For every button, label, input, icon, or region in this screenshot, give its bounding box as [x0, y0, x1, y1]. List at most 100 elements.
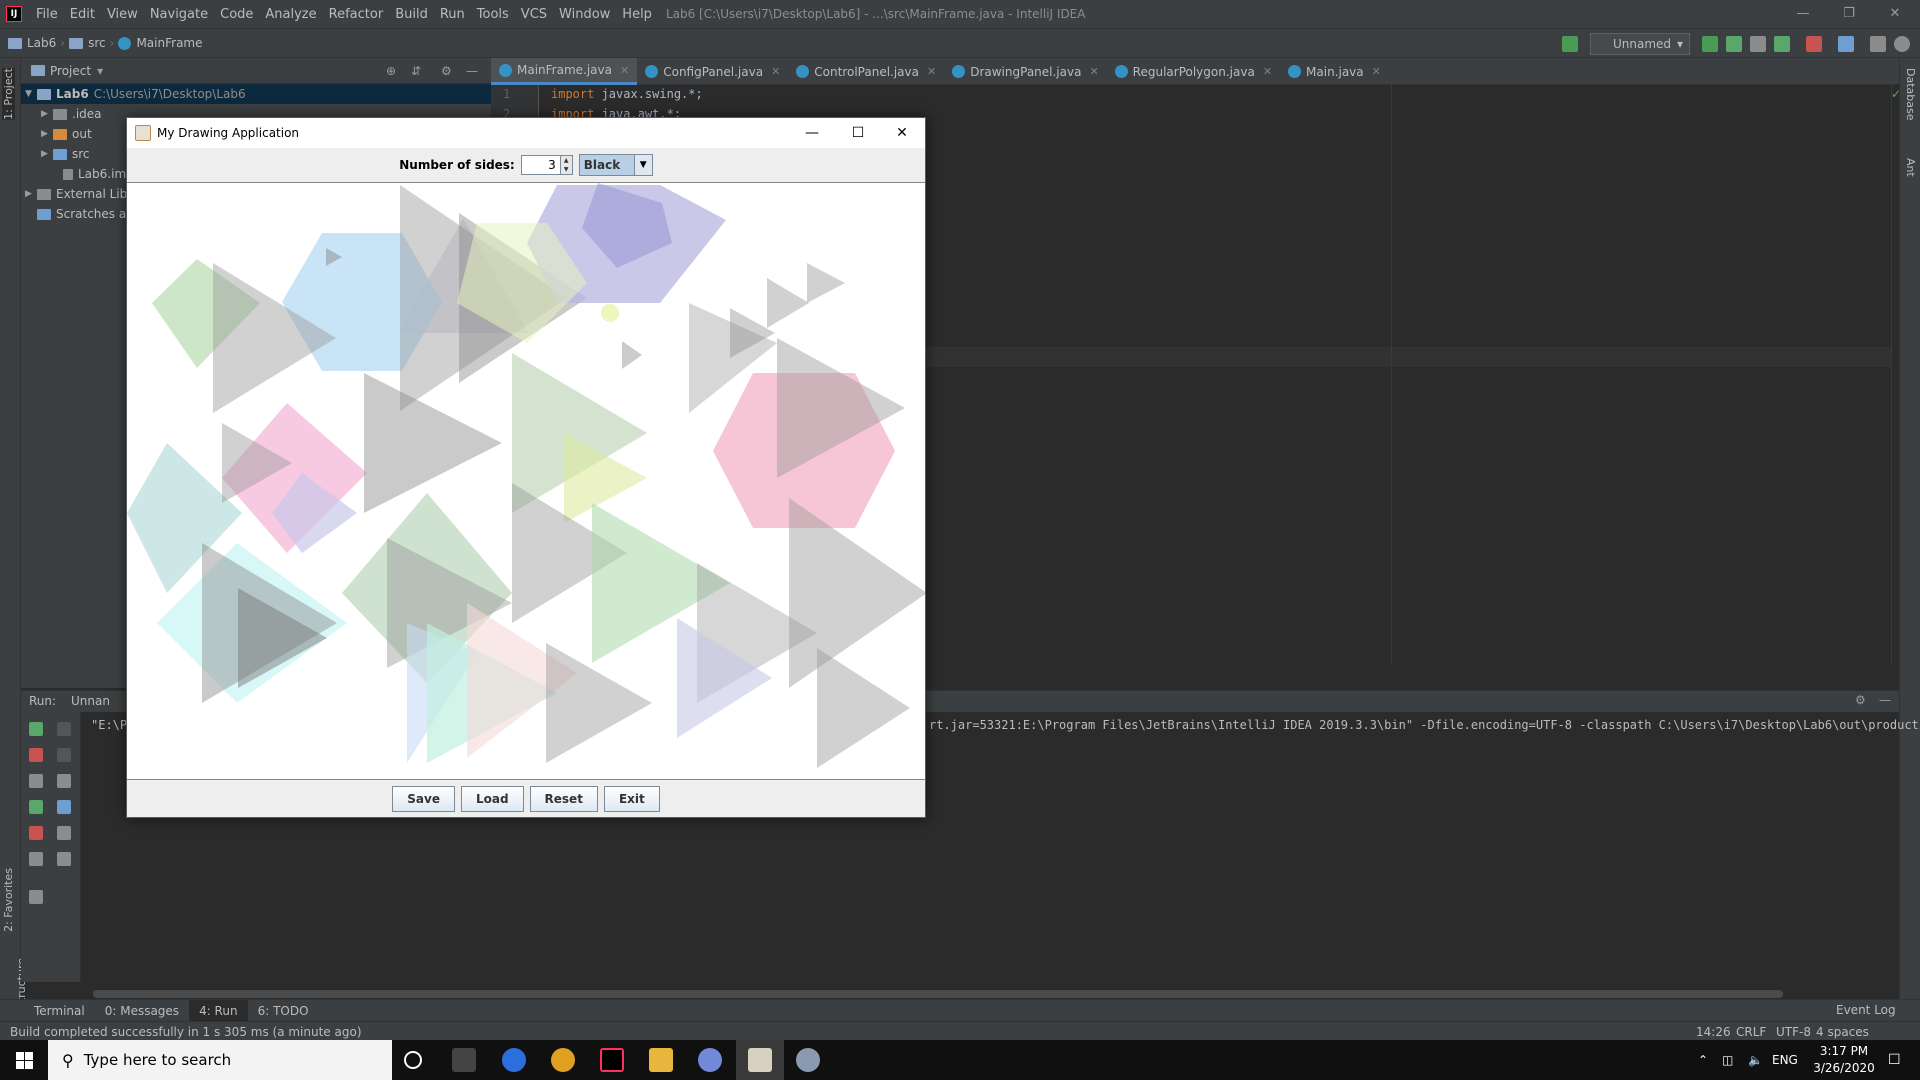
intellij-icon[interactable] [600, 1048, 624, 1072]
breadcrumb-class[interactable]: MainFrame [136, 36, 202, 50]
close-icon[interactable]: ✕ [1872, 0, 1918, 28]
spinner-up-icon[interactable]: ▲ [560, 156, 572, 165]
profile-icon[interactable] [1774, 36, 1790, 52]
build-hammer-icon[interactable] [1562, 36, 1578, 52]
up-arrow-icon[interactable] [57, 722, 71, 736]
tab-favorites[interactable]: 2: Favorites [2, 868, 15, 932]
locate-icon[interactable]: ⊕ [386, 64, 396, 78]
stop-icon[interactable] [1806, 36, 1822, 52]
camera-icon[interactable] [29, 774, 43, 788]
drawing-canvas[interactable] [127, 182, 927, 780]
volume-icon[interactable]: 🔈 [1748, 1040, 1763, 1080]
maximize-icon[interactable]: ☐ [835, 118, 881, 148]
load-button[interactable]: Load [460, 785, 524, 812]
notifications-icon[interactable]: ☐ [1888, 1040, 1901, 1080]
tab-messages[interactable]: 0: Messages [95, 1004, 189, 1018]
tab-terminal[interactable]: Terminal [24, 1004, 95, 1018]
tab-mainframe[interactable]: MainFrame.java ✕ [491, 58, 638, 85]
cortana-icon[interactable] [404, 1051, 422, 1069]
color-combo[interactable]: Black ▼ [578, 154, 653, 176]
console-scrollbar[interactable] [93, 990, 1783, 998]
hide-icon[interactable]: — [1879, 693, 1891, 707]
rerun-icon[interactable] [1702, 36, 1718, 52]
pin-icon[interactable] [29, 890, 43, 904]
tab-run[interactable]: 4: Run [189, 999, 248, 1022]
tab-database[interactable]: Database [1904, 68, 1917, 121]
hide-icon[interactable]: — [466, 64, 478, 78]
sides-value[interactable]: 3 [522, 156, 560, 174]
tree-item-idea[interactable]: ▶ .idea [41, 104, 102, 124]
line-separator[interactable]: CRLF [1736, 1025, 1766, 1039]
stop-icon[interactable] [29, 748, 43, 762]
close-tab-icon[interactable]: ✕ [771, 65, 780, 78]
menu-analyze[interactable]: Analyze [259, 7, 322, 22]
discord-icon[interactable] [698, 1048, 722, 1072]
debug-icon[interactable] [29, 800, 43, 814]
sides-spinner[interactable]: 3 ▲ ▼ [520, 155, 573, 175]
layout-icon[interactable] [29, 852, 43, 866]
tab-configpanel[interactable]: ConfigPanel.java ✕ [637, 58, 788, 85]
input-language[interactable]: ENG [1772, 1040, 1798, 1080]
project-panel-title[interactable]: Project [50, 64, 91, 78]
java-app-icon[interactable] [748, 1048, 772, 1072]
menu-window[interactable]: Window [553, 7, 616, 22]
network-icon[interactable]: ◫ [1722, 1040, 1733, 1080]
tree-item-external-libraries[interactable]: ▶ External Libr [25, 184, 132, 204]
search-icon[interactable] [1894, 36, 1910, 52]
layout-icon[interactable] [1870, 36, 1886, 52]
minimize-icon[interactable]: — [1780, 0, 1826, 28]
indent-setting[interactable]: 4 spaces [1816, 1025, 1869, 1039]
collapse-icon[interactable]: ⇵ [411, 64, 421, 78]
print-icon[interactable] [57, 826, 71, 840]
task-view-icon[interactable] [452, 1048, 476, 1072]
soft-wrap-icon[interactable] [57, 774, 71, 788]
menu-build[interactable]: Build [389, 7, 434, 22]
close-tab-icon[interactable]: ✕ [1089, 65, 1098, 78]
gear-icon[interactable]: ⚙ [1855, 693, 1866, 707]
menu-file[interactable]: File [30, 7, 64, 22]
dialog-title-bar[interactable]: My Drawing Application — ☐ ✕ [127, 118, 925, 148]
scroll-to-end-icon[interactable] [57, 800, 71, 814]
run-config-select[interactable]: Unnamed ▾ [1590, 33, 1690, 55]
menu-tools[interactable]: Tools [471, 7, 515, 22]
tree-item-lab6[interactable]: ▼ Lab6 C:\Users\i7\Desktop\Lab6 [21, 84, 491, 104]
close-tab-icon[interactable]: ✕ [1263, 65, 1272, 78]
tab-todo[interactable]: 6: TODO [248, 1004, 319, 1018]
menu-code[interactable]: Code [214, 7, 259, 22]
status-message[interactable]: Build completed successfully in 1 s 305 … [10, 1025, 362, 1039]
trash-icon[interactable] [57, 852, 71, 866]
menu-help[interactable]: Help [616, 7, 658, 22]
tab-main[interactable]: Main.java ✕ [1280, 58, 1389, 85]
chevron-down-icon[interactable]: ▼ [633, 155, 652, 175]
messenger-icon[interactable] [502, 1048, 526, 1072]
run-tab[interactable]: Unnan [71, 694, 110, 708]
clock[interactable]: 3:17 PM 3/26/2020 [1808, 1043, 1880, 1077]
tab-project[interactable]: 1: Project [2, 68, 15, 120]
chrome-icon[interactable] [551, 1048, 575, 1072]
coverage-icon[interactable] [1750, 36, 1766, 52]
app-icon[interactable] [796, 1048, 820, 1072]
file-encoding[interactable]: UTF-8 [1776, 1025, 1811, 1039]
close-icon[interactable]: ✕ [879, 118, 925, 148]
breadcrumb-project[interactable]: Lab6 [27, 36, 56, 50]
menu-vcs[interactable]: VCS [515, 7, 553, 22]
tab-drawingpanel[interactable]: DrawingPanel.java ✕ [944, 58, 1106, 85]
menu-refactor[interactable]: Refactor [323, 7, 390, 22]
tray-chevron-up-icon[interactable]: ⌃ [1698, 1040, 1708, 1080]
tab-controlpanel[interactable]: ControlPanel.java ✕ [788, 58, 944, 85]
reset-button[interactable]: Reset [529, 785, 598, 812]
exit-button[interactable]: Exit [603, 785, 660, 812]
menu-navigate[interactable]: Navigate [144, 7, 214, 22]
file-explorer-icon[interactable] [649, 1048, 673, 1072]
console-output[interactable]: "E:\P rt.jar=53321:E:\Program Files\JetB… [91, 718, 1920, 732]
menu-view[interactable]: View [101, 7, 144, 22]
minimize-icon[interactable]: — [789, 118, 835, 148]
chevron-down-icon[interactable]: ▾ [97, 64, 103, 78]
project-structure-icon[interactable] [1838, 36, 1854, 52]
menu-run[interactable]: Run [434, 7, 471, 22]
restore-icon[interactable]: ❐ [1826, 0, 1872, 28]
spinner-down-icon[interactable]: ▼ [560, 165, 572, 174]
taskbar-search[interactable]: ⚲ Type here to search [48, 1040, 392, 1080]
event-log-button[interactable]: Event Log [1836, 1003, 1896, 1017]
exit-icon[interactable] [29, 826, 43, 840]
